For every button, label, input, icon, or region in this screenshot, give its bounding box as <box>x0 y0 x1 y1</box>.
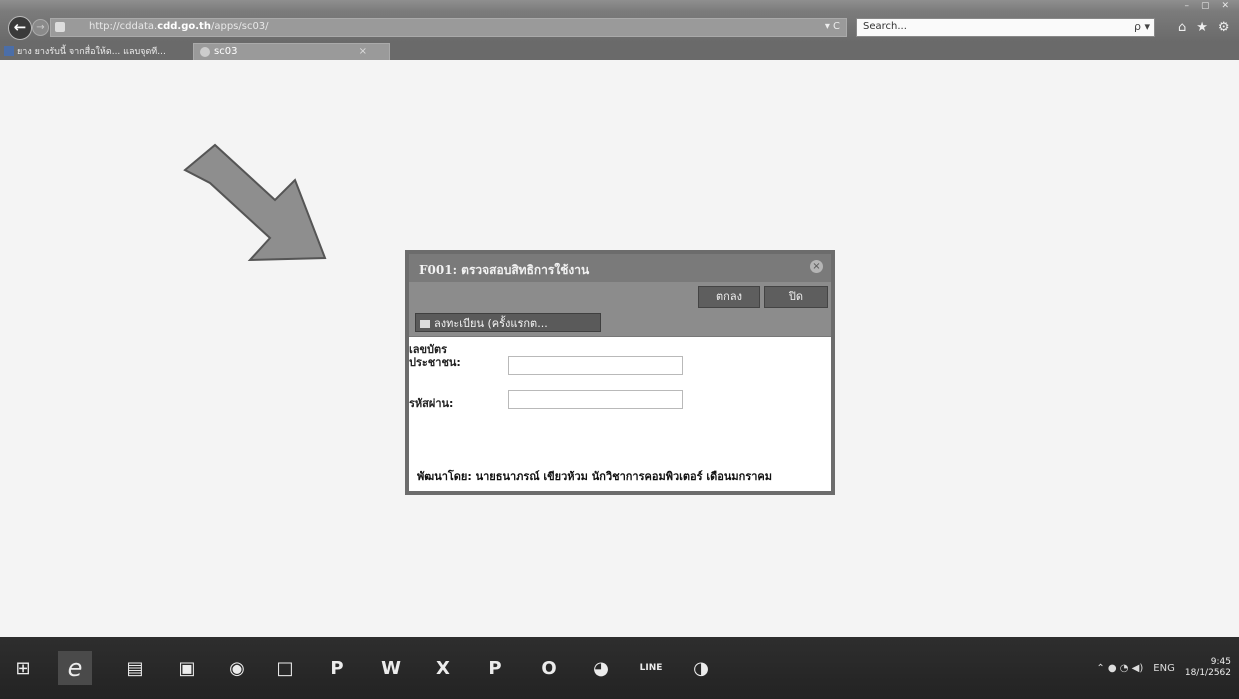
clock-time: 9:45 <box>1210 657 1231 667</box>
password-input[interactable] <box>508 390 683 409</box>
tab-bar: ยาง ยางรับนี้ จากสื่อให้ด... แลบจุดที...… <box>0 42 1239 61</box>
minimize-icon[interactable]: – <box>1184 0 1189 12</box>
ok-button[interactable]: ตกลง <box>698 286 760 308</box>
citizen-id-label-line2: ประชาชน: <box>409 356 461 369</box>
dialog-close-icon[interactable]: × <box>810 260 823 273</box>
page-favicon-icon <box>55 22 65 32</box>
login-dialog: F001: ตรวจสอบสิทธิการใช้งาน × ตกลง ปิด ล… <box>405 250 835 495</box>
media-app-icon[interactable]: ◑ <box>684 651 718 685</box>
password-label: รหัสผ่าน: <box>409 397 454 410</box>
dialog-titlebar: F001: ตรวจสอบสิทธิการใช้งาน × <box>409 254 831 282</box>
address-path: /apps/sc03/ <box>210 21 269 32</box>
dialog-button-row: ตกลง ปิด <box>409 282 831 310</box>
favorite-label: ยาง ยางรับนี้ จากสื่อให้ด... แลบจุดที... <box>17 47 166 57</box>
store-icon[interactable]: ▣ <box>170 651 204 685</box>
word-icon[interactable]: W <box>374 651 408 685</box>
pointer-arrow-icon <box>183 143 327 262</box>
settings-gear-icon[interactable]: ⚙ <box>1218 20 1230 35</box>
register-row: ลงทะเบียน (ครั้งแรกต... <box>409 310 831 337</box>
system-tray: ⌃ ● ◔ ◀) ENG 9:45 18/1/2562 <box>1096 657 1231 679</box>
search-icon[interactable]: ρ ▾ <box>1134 20 1150 33</box>
favorites-star-icon[interactable]: ★ <box>1196 20 1208 35</box>
favorite-site-icon <box>4 46 14 56</box>
window-app-icon[interactable]: □ <box>268 651 302 685</box>
browser-navbar: ← → http://cddata.cdd.go.th/apps/sc03/ ▾… <box>0 12 1239 42</box>
citizen-id-label-line1: เลขบัตร <box>409 343 448 356</box>
citizen-id-input[interactable] <box>508 356 683 375</box>
input-language[interactable]: ENG <box>1153 663 1175 674</box>
register-icon <box>420 320 430 328</box>
address-url[interactable]: http://cddata.cdd.go.th/apps/sc03/ <box>89 21 269 32</box>
clock-date: 18/1/2562 <box>1184 668 1231 678</box>
window-controls: – ▢ ✕ <box>1184 0 1229 12</box>
tab-label: sc03 <box>214 46 238 57</box>
dialog-title: F001: ตรวจสอบสิทธิการใช้งาน <box>419 263 590 277</box>
refresh-icon[interactable]: ▾ C <box>825 21 840 32</box>
tray-icons[interactable]: ⌃ ● ◔ ◀) <box>1096 663 1143 674</box>
search-placeholder: Search... <box>863 21 907 32</box>
internet-explorer-icon[interactable]: e <box>58 651 92 685</box>
powerpoint-icon[interactable]: P <box>320 651 354 685</box>
forward-button[interactable]: → <box>32 19 49 36</box>
register-label: ลงทะเบียน (ครั้งแรกต... <box>434 317 548 330</box>
favorites-bar-item[interactable]: ยาง ยางรับนี้ จากสื่อให้ด... แลบจุดที... <box>4 44 166 58</box>
chrome-icon[interactable]: ◉ <box>220 651 254 685</box>
back-button[interactable]: ← <box>8 16 32 40</box>
close-window-icon[interactable]: ✕ <box>1221 0 1229 12</box>
start-button[interactable]: ⊞ <box>6 651 40 685</box>
taskbar: ⊞ e ▤ ▣ ◉ □ P W X P O ◕ LINE ◑ ⌃ ● ◔ ◀) … <box>0 637 1239 699</box>
tab-sc03[interactable]: sc03 × <box>193 43 390 61</box>
tab-close-icon[interactable]: × <box>359 46 367 57</box>
address-prefix: http://cddata. <box>89 21 158 32</box>
home-icon[interactable]: ⌂ <box>1178 20 1186 35</box>
file-explorer-icon[interactable]: ▤ <box>118 651 152 685</box>
address-bar[interactable]: http://cddata.cdd.go.th/apps/sc03/ ▾ C <box>50 18 847 37</box>
camera-app-icon[interactable]: ◕ <box>584 651 618 685</box>
developer-credit: พัฒนาโดย: นายธนาภรณ์ เขียวห้วม นักวิชากา… <box>417 470 773 483</box>
publisher-icon[interactable]: P <box>478 651 512 685</box>
browser-toolbar-icons: ⌂ ★ ⚙ <box>1178 20 1230 35</box>
maximize-icon[interactable]: ▢ <box>1201 0 1210 12</box>
outlook-icon[interactable]: O <box>532 651 566 685</box>
tab-favicon-icon <box>200 47 210 57</box>
excel-icon[interactable]: X <box>426 651 460 685</box>
line-app-icon[interactable]: LINE <box>634 651 668 685</box>
close-button[interactable]: ปิด <box>764 286 828 308</box>
address-domain: cdd.go.th <box>157 21 211 32</box>
search-box[interactable]: Search... ρ ▾ <box>856 18 1155 37</box>
clock[interactable]: 9:45 18/1/2562 <box>1185 657 1231 679</box>
register-button[interactable]: ลงทะเบียน (ครั้งแรกต... <box>415 313 601 332</box>
citizen-id-label: เลขบัตร ประชาชน: <box>409 343 461 369</box>
window-titlebar: – ▢ ✕ <box>0 0 1239 12</box>
